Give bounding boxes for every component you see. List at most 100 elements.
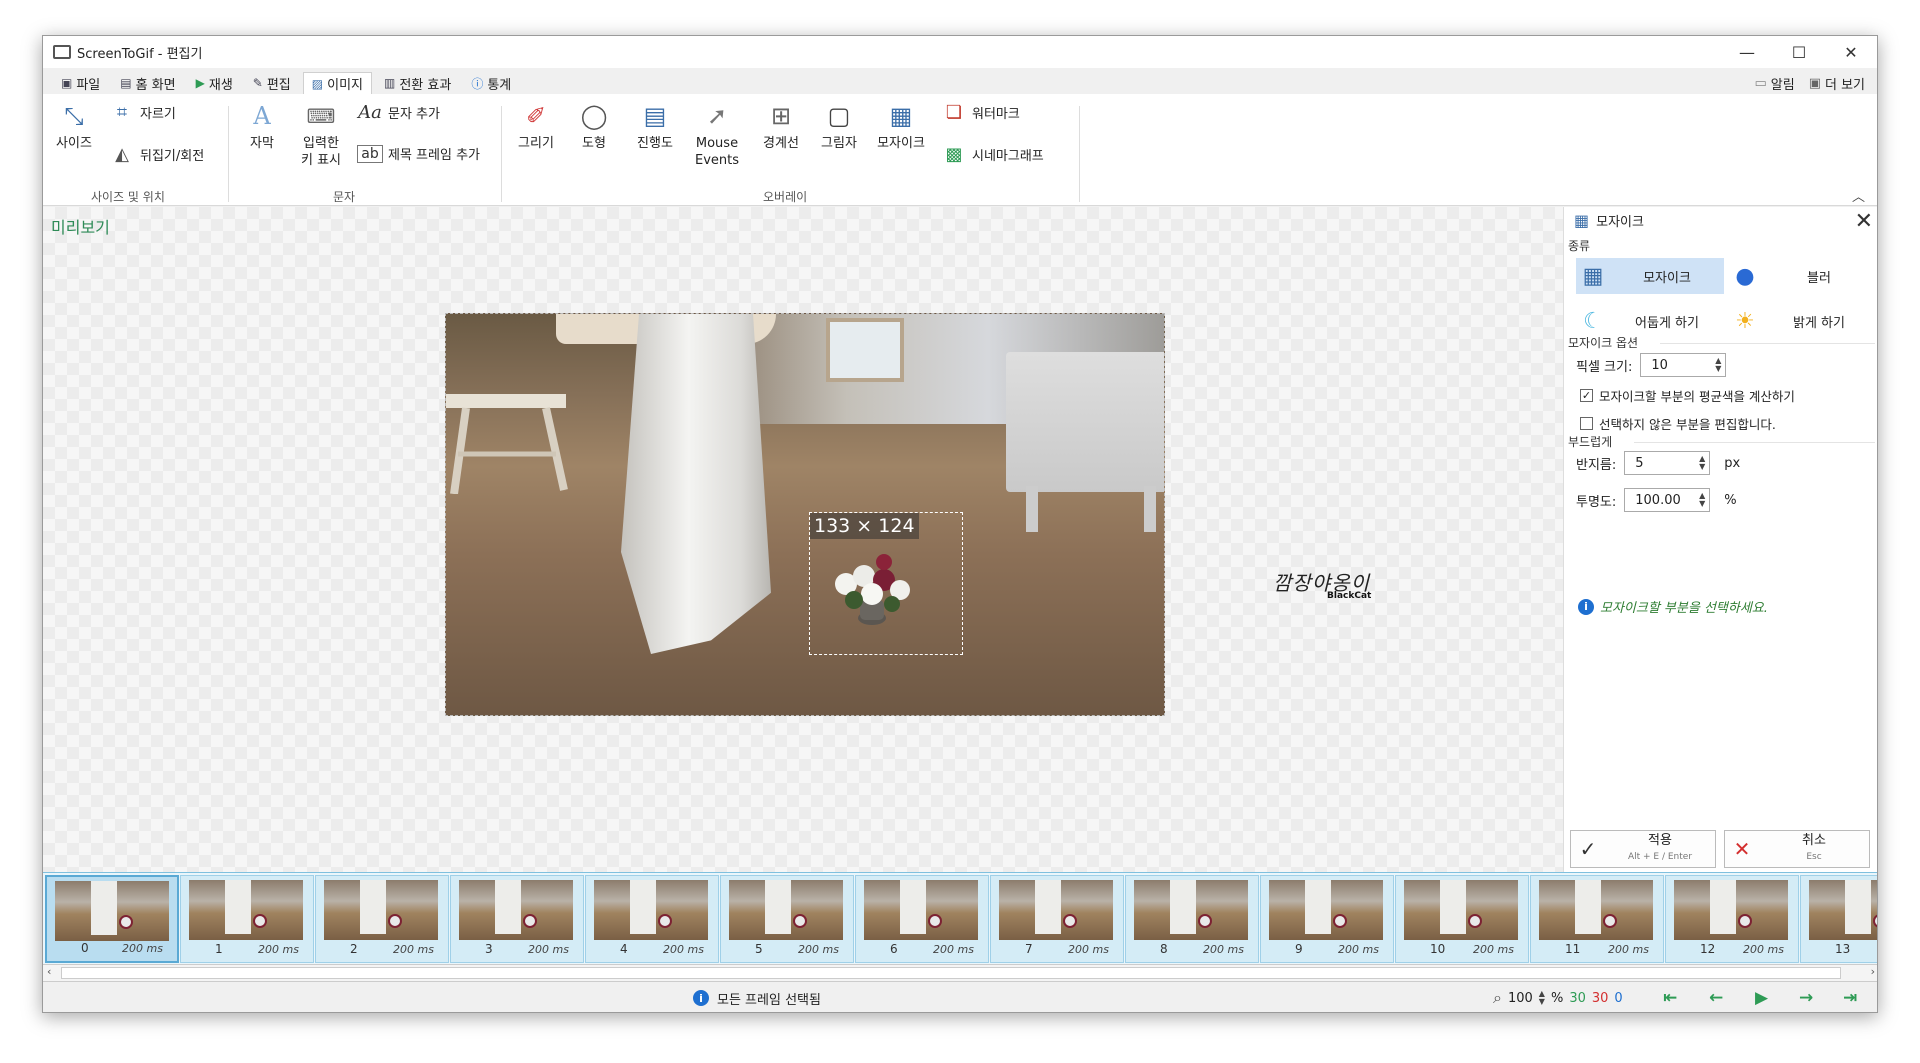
preview-area[interactable]: 미리보기 133 × 124 깜장야옹이 BlackCat xyxy=(43,207,1563,872)
frame-thumbnail[interactable]: 10 200 ms xyxy=(1395,875,1529,963)
frame-delay: 200 ms xyxy=(933,943,974,956)
frame-thumbnail[interactable]: 9 200 ms xyxy=(1260,875,1394,963)
frame-number: 9 xyxy=(1295,942,1303,956)
mouse-events-button[interactable]: ➚ Mouse Events xyxy=(689,100,745,169)
type-mosaic-button[interactable]: ▦ 모자이크 xyxy=(1576,258,1724,294)
next-frame-icon[interactable]: → xyxy=(1799,988,1813,1008)
frame-preview-image xyxy=(729,880,843,940)
last-frame-icon[interactable]: ⇥ xyxy=(1843,988,1857,1008)
frame-number: 12 xyxy=(1700,942,1716,956)
group-overlay: 오버레이 xyxy=(763,190,808,204)
hint-message: i 모자이크할 부분을 선택하세요. xyxy=(1578,597,1768,616)
shape-button[interactable]: ◯ 도형 xyxy=(571,100,617,152)
play-icon[interactable]: ▶ xyxy=(1755,988,1768,1008)
keystrokes-button[interactable]: ⌨ 입력한 키 표시 xyxy=(293,100,349,169)
zoom-control: ⌕ 100 ▲ ▼ % 30 30 0 xyxy=(1493,988,1623,1008)
frame-strip[interactable]: 0 200 ms 1 200 ms 2 200 ms 3 200 ms 4 200 ms 5 200 … xyxy=(43,872,1877,964)
shadow-button[interactable]: ▢ 그림자 xyxy=(813,100,865,152)
cinemagraph-button[interactable]: ▩ 시네마그래프 xyxy=(941,144,1043,165)
tab-file[interactable]: ▣ 파일 xyxy=(53,72,108,94)
keystrokes-label: 입력한 키 표시 xyxy=(300,136,341,168)
pixel-size-input[interactable]: 10 ▲ ▼ xyxy=(1640,353,1727,377)
frame-number: 5 xyxy=(755,942,763,956)
more-button[interactable]: ▣ 더 보기 xyxy=(1809,74,1865,93)
frame-thumbnail[interactable]: 11 200 ms xyxy=(1530,875,1664,963)
progress-button[interactable]: ▤ 진행도 xyxy=(629,100,681,152)
cancel-button[interactable]: ✕ 취소 Esc xyxy=(1724,830,1870,868)
first-frame-icon[interactable]: ⇤ xyxy=(1663,988,1677,1008)
spinner-icon[interactable]: ▲ ▼ xyxy=(1715,357,1721,373)
frame-thumbnail[interactable]: 0 200 ms xyxy=(45,875,179,963)
tab-statistics[interactable]: ⓘ 통계 xyxy=(463,72,519,94)
flip-rotate-button[interactable]: ◭ 뒤집기/회전 xyxy=(109,144,204,165)
apply-button[interactable]: ✓ 적용 Alt + E / Enter xyxy=(1570,830,1716,868)
scroll-left-icon[interactable]: ‹ xyxy=(47,965,51,978)
frame-image[interactable]: 133 × 124 xyxy=(445,313,1165,716)
opacity-input[interactable]: 100.00 ▲ ▼ xyxy=(1624,488,1711,512)
opacity-label: 투명도: xyxy=(1576,494,1617,510)
previous-frame-icon[interactable]: ← xyxy=(1709,988,1723,1008)
frame-number: 6 xyxy=(890,942,898,956)
tab-transitions[interactable]: ▥ 전환 효과 xyxy=(376,72,459,94)
mosaic-button[interactable]: ▦ 모자이크 xyxy=(871,100,931,152)
watermark-button[interactable]: ❏ 워터마크 xyxy=(941,102,1020,123)
free-text-button[interactable]: Aa 문자 추가 xyxy=(357,102,440,123)
radius-input[interactable]: 5 ▲ ▼ xyxy=(1624,451,1711,475)
frame-number: 2 xyxy=(350,942,358,956)
frame-thumbnail[interactable]: 1 200 ms xyxy=(180,875,314,963)
flip-label: 뒤집기/회전 xyxy=(140,149,205,164)
minimize-button[interactable]: — xyxy=(1721,36,1773,68)
horizontal-scrollbar[interactable]: ‹ › xyxy=(43,964,1877,982)
checkbox-unchecked[interactable] xyxy=(1580,417,1593,430)
tab-edit[interactable]: ✎ 편집 xyxy=(245,72,299,94)
transition-icon: ▥ xyxy=(384,76,396,90)
tab-playback[interactable]: ▶ 재생 xyxy=(188,72,241,94)
frame-thumbnail[interactable]: 8 200 ms xyxy=(1125,875,1259,963)
type-blur-button[interactable]: ● 블러 xyxy=(1728,258,1876,294)
scroll-thumb[interactable] xyxy=(61,967,1841,979)
group-text: 문자 xyxy=(333,190,356,204)
frame-preview-image xyxy=(459,880,573,940)
frame-count-total: 30 xyxy=(1569,990,1586,1006)
invert-checkbox[interactable]: 선택하지 않은 부분을 편집합니다. xyxy=(1580,414,1776,433)
apply-shortcut: Alt + E / Enter xyxy=(1627,852,1693,862)
draw-button[interactable]: ✐ 그리기 xyxy=(513,100,559,152)
close-button[interactable]: ✕ xyxy=(1825,36,1877,68)
size-button[interactable]: ⤡ 사이즈 xyxy=(49,100,99,152)
spinner-icon[interactable]: ▲ ▼ xyxy=(1699,455,1705,471)
info-icon: ⓘ xyxy=(471,76,484,91)
notifications-button[interactable]: ▭ 알림 xyxy=(1754,74,1794,93)
close-panel-button[interactable]: ✕ xyxy=(1855,209,1873,234)
tab-home[interactable]: ▤ 홈 화면 xyxy=(112,72,183,94)
frame-delay: 200 ms xyxy=(1473,943,1514,956)
frame-thumbnail[interactable]: 5 200 ms xyxy=(720,875,854,963)
crop-button[interactable]: ⌗ 자르기 xyxy=(109,102,176,123)
progress-label: 진행도 xyxy=(637,136,673,151)
zoom-value[interactable]: 100 xyxy=(1508,991,1533,1006)
radius-field: 반지름: 5 ▲ ▼ px xyxy=(1576,451,1740,475)
caption-button[interactable]: A 자막 xyxy=(239,100,285,152)
frame-thumbnail[interactable]: 4 200 ms xyxy=(585,875,719,963)
avg-color-checkbox[interactable]: ✓ 모자이크할 부분의 평균색을 계산하기 xyxy=(1580,386,1795,405)
frame-thumbnail[interactable]: 13 xyxy=(1800,875,1877,963)
spinner-icon[interactable]: ▲ ▼ xyxy=(1699,492,1705,508)
frame-thumbnail[interactable]: 7 200 ms xyxy=(990,875,1124,963)
frame-thumbnail[interactable]: 2 200 ms xyxy=(315,875,449,963)
title-frame-button[interactable]: ab 제목 프레임 추가 xyxy=(357,144,480,163)
maximize-button[interactable]: ☐ xyxy=(1773,36,1825,68)
frame-number: 7 xyxy=(1025,942,1033,956)
selection-rectangle[interactable]: 133 × 124 xyxy=(809,512,963,655)
checkbox-checked[interactable]: ✓ xyxy=(1580,389,1593,402)
zoom-spinner-icon[interactable]: ▲ ▼ xyxy=(1539,990,1545,1006)
scroll-right-icon[interactable]: › xyxy=(1871,965,1875,978)
frame-preview-image xyxy=(1404,880,1518,940)
border-button[interactable]: ⊞ 경계선 xyxy=(755,100,807,152)
collapse-ribbon-icon[interactable]: ︿ xyxy=(1852,186,1865,205)
frame-number: 3 xyxy=(485,942,493,956)
mosaic-icon: ▦ xyxy=(1574,211,1590,230)
frame-thumbnail[interactable]: 3 200 ms xyxy=(450,875,584,963)
tab-image[interactable]: ▨ 이미지 xyxy=(302,72,372,94)
frame-thumbnail[interactable]: 6 200 ms xyxy=(855,875,989,963)
type-lighten-button[interactable]: ☀ 밝게 하기 xyxy=(1728,303,1876,339)
frame-thumbnail[interactable]: 12 200 ms xyxy=(1665,875,1799,963)
